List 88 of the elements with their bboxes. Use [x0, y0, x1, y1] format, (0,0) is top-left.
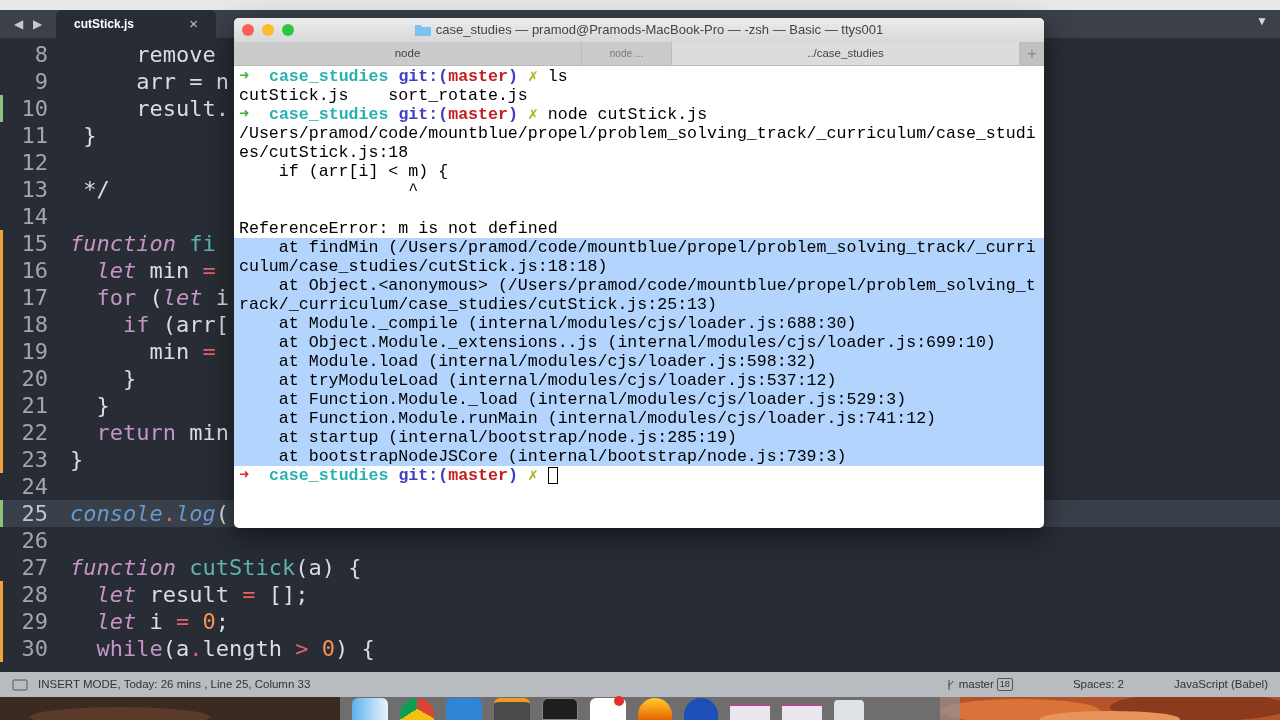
monitor-icon — [12, 678, 28, 691]
prompt-line: ➜ case_studies git:(master) ✗ ls — [239, 67, 569, 86]
line-number: 12 — [20, 149, 48, 176]
output-line: at Function.Module.runMain (internal/modules/cjs/loader.js:741:12) — [277, 409, 937, 428]
output-line: culum/case_studies/cutStick.js:18:18) — [239, 257, 608, 276]
output-line: rack/_curriculum/case_studies/cutStick.js:25:13) — [239, 295, 717, 314]
code-line: } — [95, 392, 110, 419]
line-number: 26 — [20, 527, 48, 554]
line-number: 30 — [20, 635, 48, 662]
output-line: ^ — [407, 181, 419, 200]
code-line: } — [82, 122, 97, 149]
chrome-icon[interactable] — [400, 698, 434, 720]
code-line: return min — [95, 419, 229, 446]
prompt-line: ➜ case_studies git:(master) ✗ node cutStick.js — [239, 105, 709, 124]
browser-icon[interactable] — [638, 698, 672, 720]
line-number: 15 — [20, 230, 48, 257]
terminal-tab[interactable]: node — [234, 42, 582, 65]
line-number: 28 — [20, 581, 48, 608]
tab-label: cutStick.js — [74, 16, 135, 33]
output-line: at Function.Module._load (internal/modules/cjs/loader.js:529:3) — [277, 390, 907, 409]
output-line: at Module.load (internal/modules/cjs/loader.js:598:32) — [277, 352, 817, 371]
output-line: at Module._compile (internal/modules/cjs/loader.js:688:30) — [277, 314, 857, 333]
editor-icon[interactable] — [494, 698, 530, 720]
line-number: 11 — [20, 122, 48, 149]
line-number: 19 — [20, 338, 48, 365]
line-number: 25 — [20, 500, 48, 527]
line-number: 9 — [33, 68, 48, 95]
code-line: } — [121, 365, 137, 392]
code-line: function fi — [70, 230, 216, 257]
branch-icon — [946, 678, 955, 691]
output-line: ReferenceError: m is not defined — [239, 219, 558, 238]
line-number: 17 — [20, 284, 48, 311]
output-line: es/cutStick.js:18 — [239, 143, 409, 162]
code-line: if (arr[ — [121, 311, 229, 338]
code-line: function cutStick(a) { — [70, 554, 362, 581]
terminal-tab[interactable]: ../case_studies — [672, 42, 1020, 65]
line-number: 24 — [20, 473, 48, 500]
close-window-icon[interactable] — [242, 24, 254, 36]
code-line: remove — [135, 41, 216, 68]
syntax-setting[interactable]: JavaScript (Babel) — [1174, 675, 1268, 694]
line-number: 16 — [20, 257, 48, 284]
line-number: 8 — [33, 41, 48, 68]
finder-icon[interactable] — [352, 698, 388, 720]
code-line: console.log( — [70, 500, 229, 527]
folder-icon — [414, 24, 431, 36]
back-button[interactable]: ◀ — [14, 15, 23, 33]
output-line: /Users/pramod/code/mountblue/propel/problem_solving_track/_curriculum/case_studi — [239, 124, 1036, 143]
output-line: at findMin (/Users/pramod/code/mountblue/propel/problem_solving_track/_curri — [277, 238, 1036, 257]
code-line: for (let i — [95, 284, 229, 311]
code-line: let result = []; — [95, 581, 309, 608]
line-number: 23 — [20, 446, 48, 473]
output-line: cutStick.js sort_rotate.js — [239, 86, 528, 105]
status-text: INSERT MODE, Today: 26 mins , Line 25, Column 33 — [38, 676, 311, 692]
line-number: 21 — [20, 392, 48, 419]
maximize-icon[interactable] — [282, 24, 294, 36]
code-line: */ — [82, 176, 110, 203]
output-line: if (arr[i] < m) { — [277, 162, 449, 181]
line-number: 29 — [20, 608, 48, 635]
line-number: 18 — [20, 311, 48, 338]
code-line: } — [70, 446, 84, 473]
code-line: let i = 0; — [95, 608, 229, 635]
code-line: result. — [135, 95, 229, 122]
output-line: at startup (internal/bootstrap/node.js:285:19) — [277, 428, 737, 447]
line-number: 20 — [20, 365, 48, 392]
editor-tab[interactable]: cutStick.js × — [56, 10, 216, 38]
line-number: 27 — [20, 554, 48, 581]
count-badge: 18 — [996, 678, 1013, 691]
code-line: while(a.length > 0) { — [95, 635, 375, 662]
indentation-setting[interactable]: Spaces: 2 — [1072, 675, 1125, 694]
output-line: at bootstrapNodeJSCore (internal/bootstrap/node.js:739:3) — [277, 447, 847, 466]
line-number: 14 — [20, 203, 48, 230]
branch-name: master — [958, 676, 994, 692]
line-number: 22 — [20, 419, 48, 446]
output-line: at Object.Module._extensions..js (internal/modules/cjs/loader.js:699:10) — [277, 333, 996, 352]
forward-button[interactable]: ▶ — [33, 15, 42, 33]
prompt-line: ➜ case_studies git:(master) ✗ — [239, 466, 1039, 485]
code-line: let min = — [95, 257, 216, 284]
window-preview-icon[interactable] — [782, 704, 822, 720]
window-title: case_studies — pramod@Pramods-MacBook-Pro — -zsh — Basic — ttys001 — [435, 21, 884, 40]
output-line: at tryModuleLoad (internal/modules/cjs/loader.js:537:12) — [277, 371, 837, 390]
line-number: 13 — [20, 176, 48, 203]
terminal-icon[interactable] — [542, 698, 578, 720]
output-line: at Object.<anonymous> (/Users/pramod/code/mountblue/propel/problem_solving_t — [277, 276, 1036, 295]
chat-app-icon[interactable] — [590, 698, 626, 720]
line-number: 10 — [20, 95, 48, 122]
code-line: arr = n — [135, 68, 229, 95]
window-preview-icon[interactable] — [730, 704, 770, 720]
code-line: min = — [148, 338, 216, 365]
